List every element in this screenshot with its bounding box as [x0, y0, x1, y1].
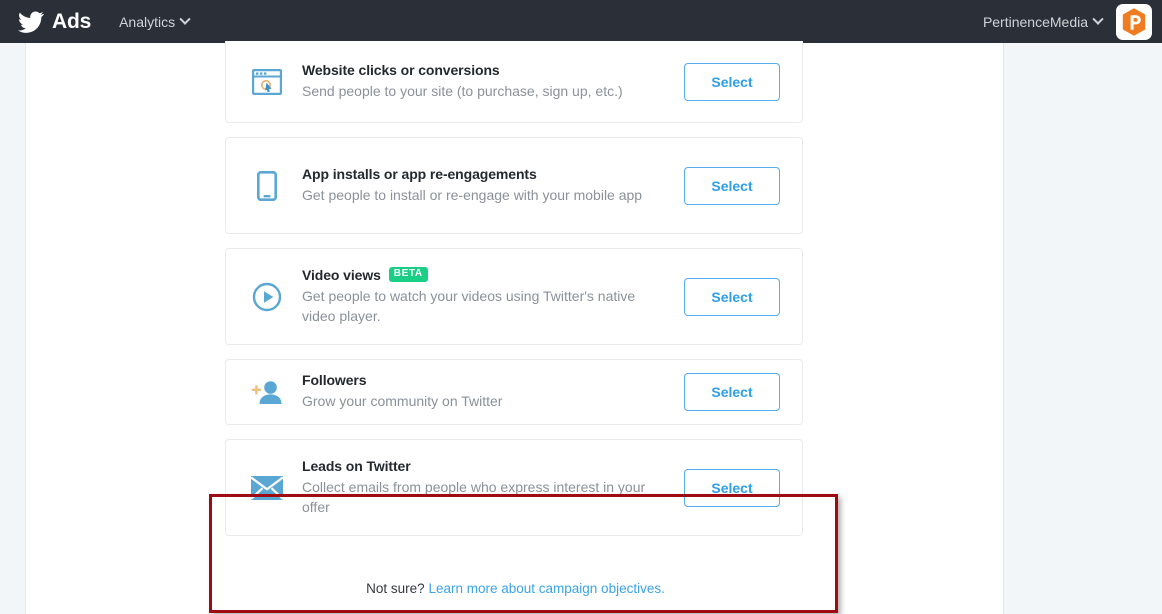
objective-card-text: Website clicks or conversions Send peopl…: [302, 46, 684, 118]
objective-title: Followers: [302, 372, 367, 389]
objective-card-text: Followers Grow your community on Twitter: [302, 356, 684, 428]
pertinence-p-logo-icon: [1122, 7, 1146, 36]
chevron-down-icon: [1092, 13, 1104, 25]
campaign-objective-list: Website clicks or conversions Send peopl…: [225, 41, 803, 550]
objective-card-leads-on-twitter[interactable]: Leads on Twitter Collect emails from peo…: [225, 439, 803, 536]
select-button-leads-on-twitter[interactable]: Select: [684, 468, 780, 507]
account-menu[interactable]: PertinenceMedia: [982, 13, 1104, 30]
page-background: Website clicks or conversions Send peopl…: [0, 41, 1162, 614]
content-panel: Website clicks or conversions Send peopl…: [25, 41, 1005, 614]
select-button-followers[interactable]: Select: [684, 373, 780, 411]
objective-card-video-views[interactable]: Video views BETA Get people to watch you…: [225, 248, 803, 345]
avatar[interactable]: [1116, 3, 1152, 40]
footer-help-note: Not sure? Learn more about campaign obje…: [26, 581, 1005, 596]
objective-description: Grow your community on Twitter: [302, 393, 503, 410]
brand-label: Ads: [52, 9, 92, 33]
objective-title: Video views: [302, 266, 381, 283]
objective-title: Leads on Twitter: [302, 457, 411, 474]
objective-card-followers[interactable]: Followers Grow your community on Twitter…: [225, 359, 803, 425]
mobile-phone-icon: [246, 170, 288, 201]
objective-card-app-installs[interactable]: App installs or app re-engagements Get p…: [225, 137, 803, 234]
objective-title: Website clicks or conversions: [302, 61, 500, 78]
status-badge-beta: BETA: [388, 267, 428, 283]
nav-item-label: Analytics: [119, 13, 176, 30]
objective-description: Get people to watch your videos using Tw…: [302, 287, 636, 324]
twitter-bird-icon: [18, 9, 44, 35]
objective-description: Collect emails from people who express i…: [302, 478, 646, 515]
objective-description: Get people to install or re-engage with …: [302, 186, 643, 203]
objective-card-website-clicks[interactable]: Website clicks or conversions Send peopl…: [225, 41, 803, 123]
objective-card-text: Leads on Twitter Collect emails from peo…: [302, 442, 684, 534]
play-circle-icon: [246, 282, 288, 312]
nav-item-analytics[interactable]: Analytics: [119, 13, 191, 30]
objective-card-text: App installs or app re-engagements Get p…: [302, 150, 684, 222]
account-name-label: PertinenceMedia: [982, 13, 1088, 30]
browser-window-cursor-icon: [246, 68, 288, 95]
add-follower-icon: [246, 379, 288, 405]
select-button-video-views[interactable]: Select: [684, 277, 780, 316]
objective-description: Send people to your site (to purchase, s…: [302, 82, 623, 99]
select-button-app-installs[interactable]: Select: [684, 166, 780, 205]
envelope-icon: [246, 475, 288, 500]
chevron-down-icon: [179, 13, 191, 25]
brand-logo[interactable]: Ads: [18, 9, 91, 35]
learn-more-link[interactable]: Learn more about campaign objectives.: [428, 581, 664, 596]
select-button-website-clicks[interactable]: Select: [684, 62, 780, 101]
objective-card-text: Video views BETA Get people to watch you…: [302, 251, 684, 343]
objective-title: App installs or app re-engagements: [302, 165, 537, 182]
footer-prefix-label: Not sure?: [366, 581, 425, 596]
top-navigation-bar: Ads Analytics PertinenceMedia: [0, 0, 1162, 43]
top-bar-right-group: PertinenceMedia: [982, 3, 1152, 40]
